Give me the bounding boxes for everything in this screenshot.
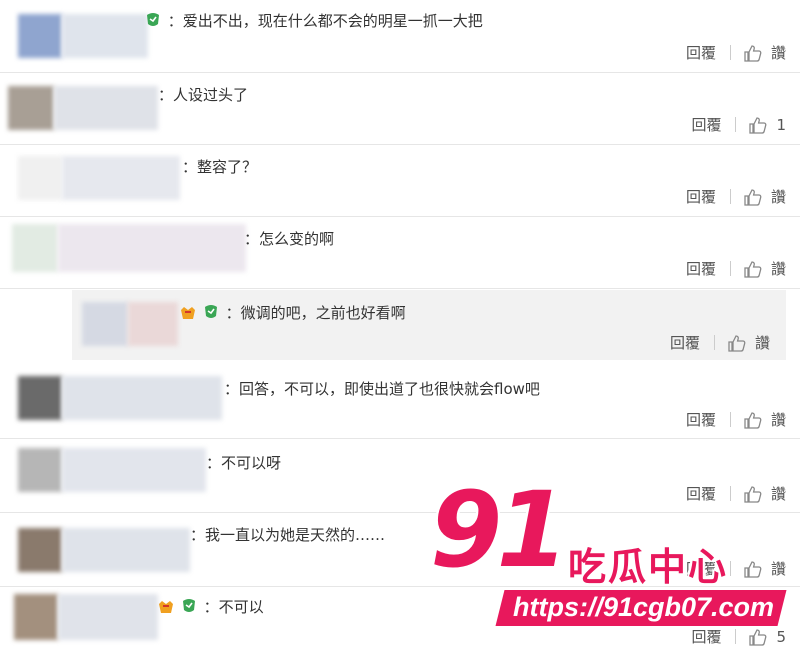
username [58,594,158,640]
comment-row: ：怎么变的啊 回覆 讚 [0,216,800,289]
avatar [18,376,62,420]
divider [735,629,737,644]
watermark-url: https://91cgb07.com [513,592,775,622]
divider [729,561,731,576]
thumbs-up-icon[interactable] [743,44,763,62]
thumbs-up-icon[interactable] [743,485,763,503]
comment-text: ：整容了？ [182,158,258,176]
nested-reply: ：微调的吧，之前也好看啊 回覆 讚 [72,290,786,360]
divider [729,45,731,60]
like-count[interactable]: 讚 [771,483,786,504]
like-count[interactable]: 讚 [771,258,786,279]
reply-button[interactable]: 回覆 [691,114,721,135]
username [62,528,190,572]
comment-row: ：人设过头了 回覆 1 [0,72,800,145]
divider [713,335,715,350]
vip-badge-icon [181,598,197,614]
username [62,156,180,200]
like-count[interactable]: 5 [776,628,786,646]
thumbs-up-icon[interactable] [743,560,763,578]
divider [729,189,731,204]
thumbs-up-icon[interactable] [748,116,768,134]
like-count[interactable]: 讚 [771,409,786,430]
comment-row: ：不可以呀 回覆 讚 [0,438,800,513]
like-count[interactable]: 讚 [771,186,786,207]
thumbs-up-icon[interactable] [748,628,768,646]
vip-badge-icon [203,304,219,320]
comment-text: ：不可以呀 [206,454,282,472]
thumbs-up-icon[interactable] [727,334,747,352]
avatar [18,14,62,58]
watermark-name: 吃瓜中心 [568,545,729,589]
avatar [12,224,58,272]
like-count[interactable]: 1 [776,116,786,134]
reply-button[interactable]: 回覆 [686,409,716,430]
comment-text: ：怎么变的啊 [244,230,335,248]
comment-text: ：人设过头了 [158,86,249,104]
divider [735,117,737,132]
thumbs-up-icon[interactable] [743,260,763,278]
username [58,224,246,272]
username [62,376,222,420]
like-count[interactable]: 讚 [755,332,770,353]
avatar [14,594,58,640]
avatar [18,528,62,572]
crown-badge-icon [180,304,196,320]
comment-text: ：爱出不出，现在什么都不会的明星一抓一大把 [167,12,483,30]
divider [729,412,731,427]
reply-button[interactable]: 回覆 [686,483,716,504]
comment-text: ：不可以 [203,598,264,616]
comment-text: ：回答，不可以，即使出道了也很快就会flow吧 [224,380,540,398]
avatar [82,302,128,346]
crown-badge-icon [158,598,174,614]
username [62,448,206,492]
avatar [18,448,62,492]
reply-button[interactable]: 回覆 [691,626,721,647]
watermark-logo: 91 [430,469,569,591]
username [128,302,178,346]
thumbs-up-icon[interactable] [743,188,763,206]
like-count[interactable]: 讚 [771,558,786,579]
avatar [8,86,54,130]
comment-row: ：回答，不可以，即使出道了也很快就会flow吧 回覆 讚 [0,364,800,439]
divider [729,486,731,501]
avatar [18,156,62,200]
reply-button[interactable]: 回覆 [686,42,716,63]
comment-row: ：爱出不出，现在什么都不会的明星一抓一大把 回覆 讚 [0,0,800,73]
divider [729,261,731,276]
reply-button[interactable]: 回覆 [686,186,716,207]
vip-badge-icon [145,12,161,28]
username [62,14,148,58]
comment-row: ：整容了？ 回覆 讚 [0,144,800,217]
reply-button[interactable]: 回覆 [670,332,700,353]
reply-button[interactable]: 回覆 [686,258,716,279]
username [54,86,158,130]
comment-text: ：微调的吧，之前也好看啊 [225,304,406,322]
comment-text: ：我一直以为她是天然的…… [190,526,386,544]
like-count[interactable]: 讚 [771,42,786,63]
thumbs-up-icon[interactable] [743,411,763,429]
